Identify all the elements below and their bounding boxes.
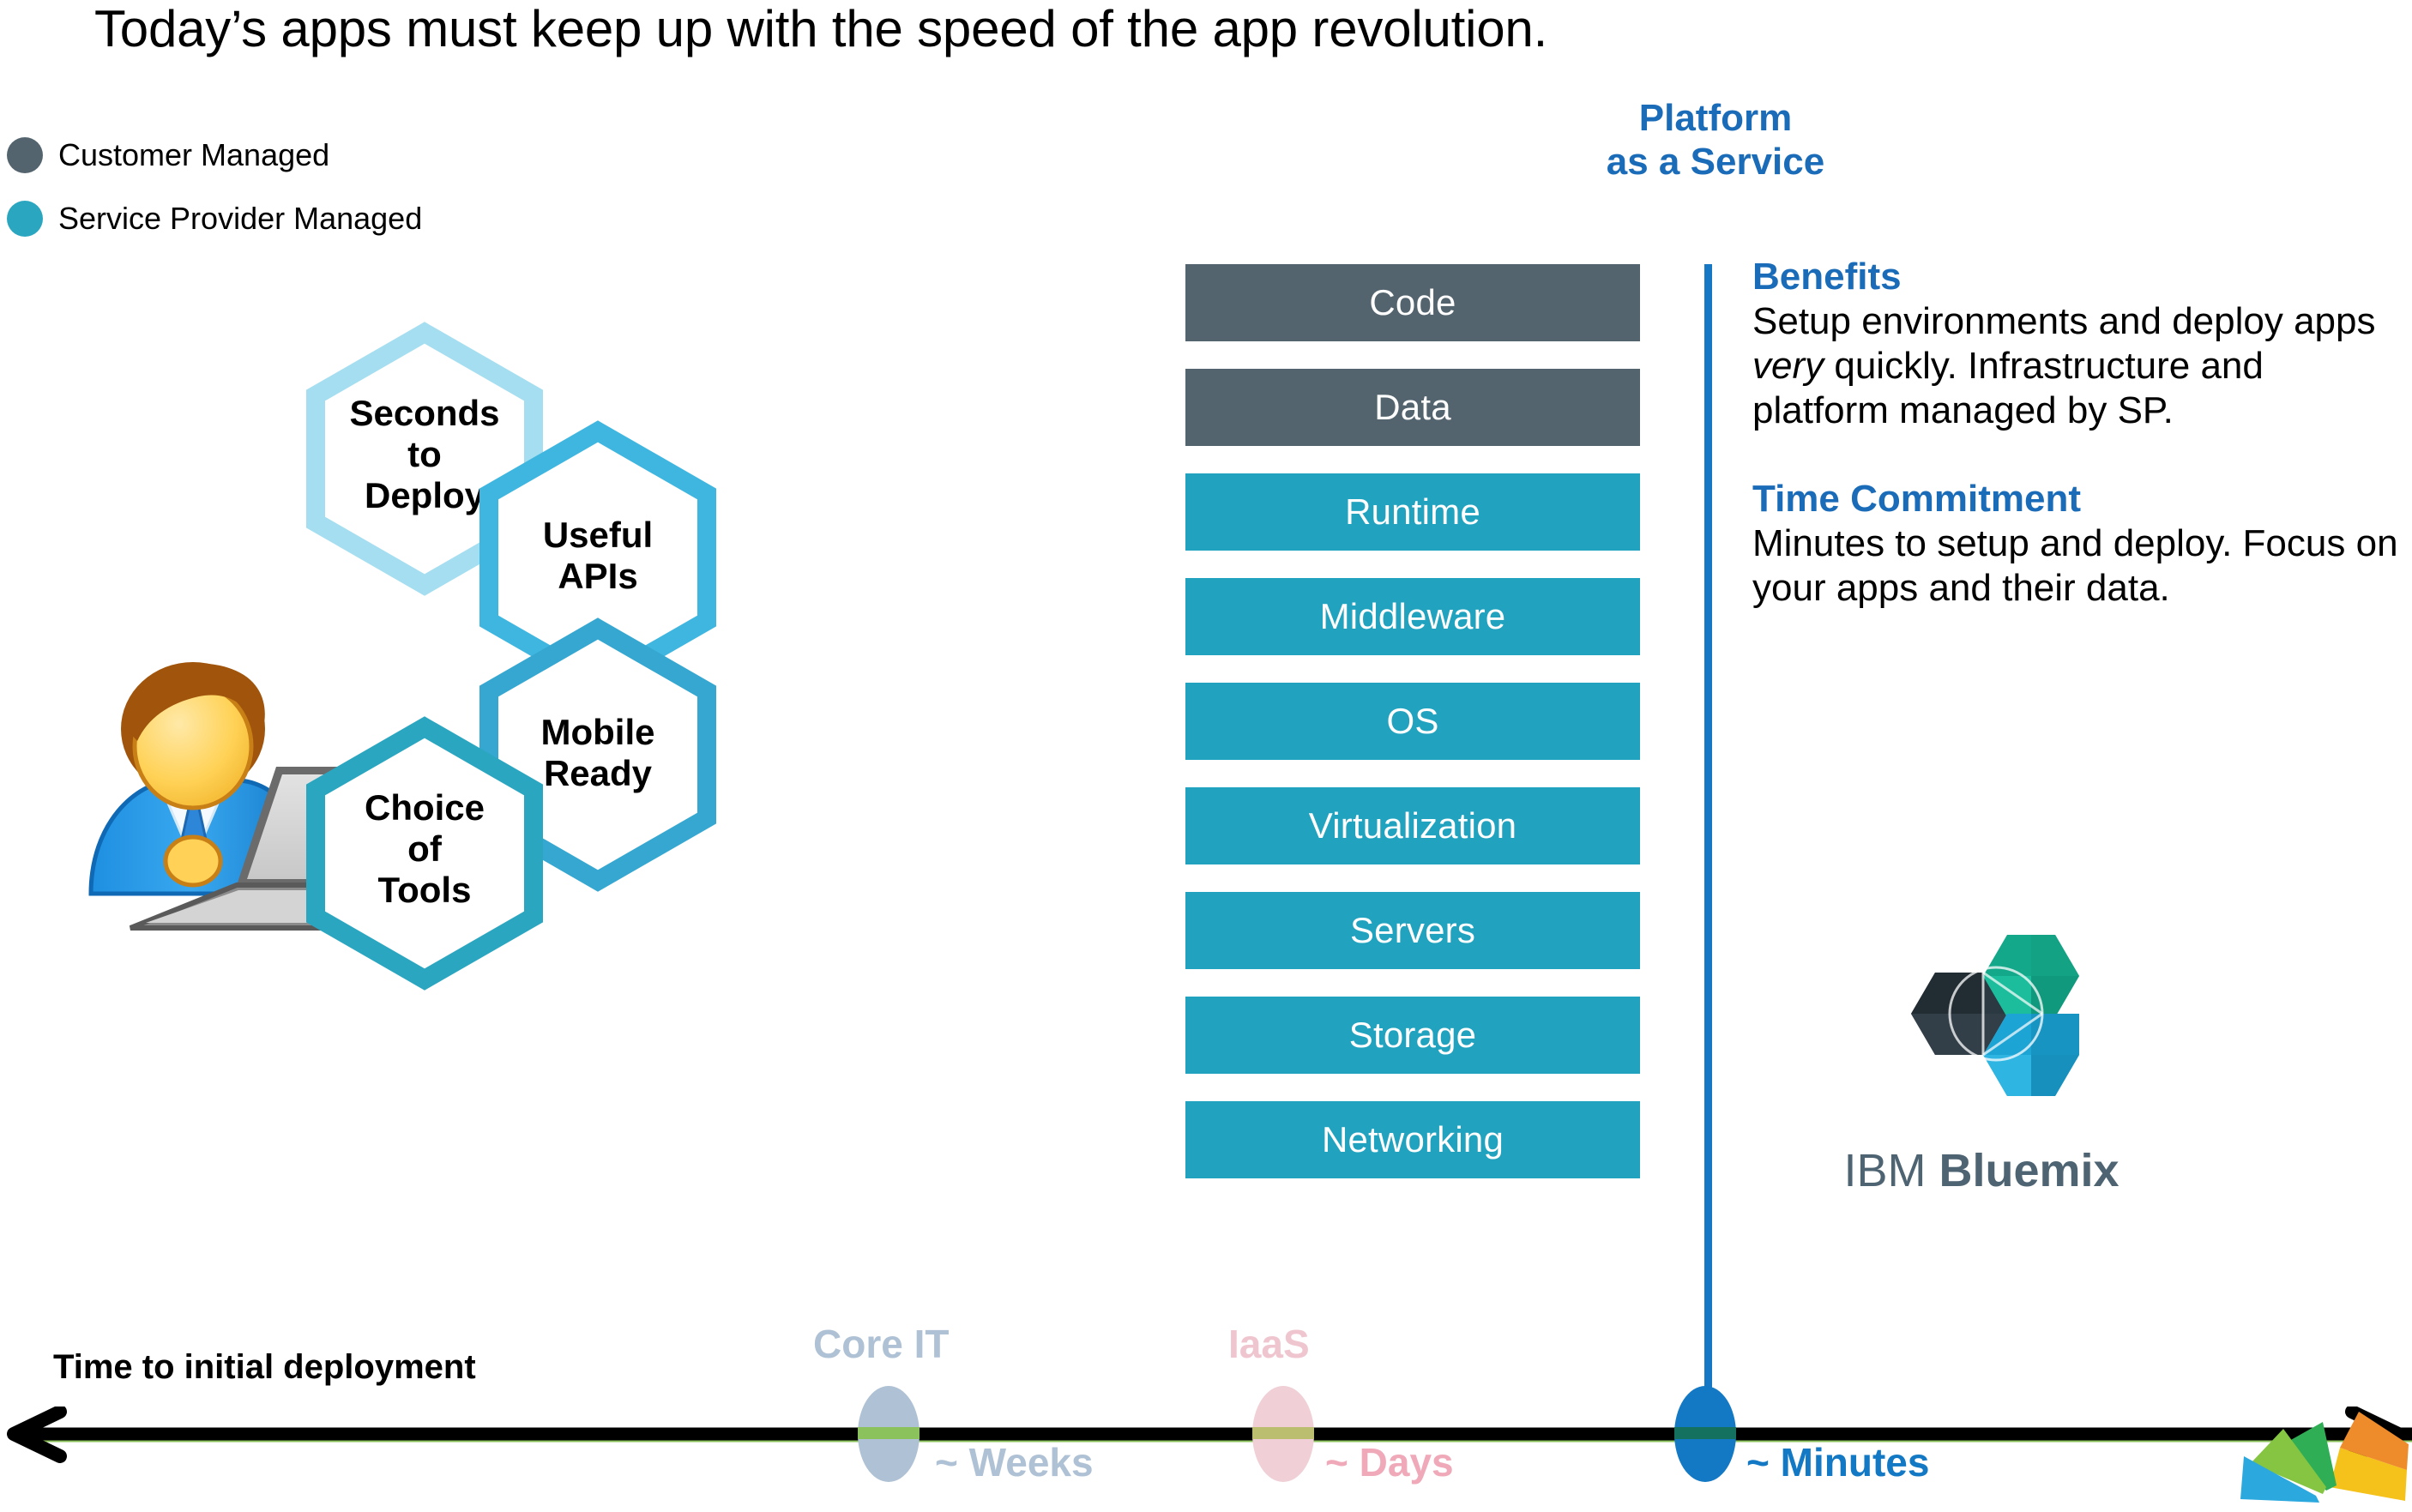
stack-layer-label: Code	[1369, 282, 1456, 322]
stack-layer-label: Middleware	[1319, 596, 1506, 636]
stack-layer-label: Runtime	[1345, 491, 1480, 532]
stack-layer-code[interactable]: Code	[1185, 264, 1640, 341]
benefits-emphasis: very	[1752, 345, 1824, 388]
timeline-marker-caption: ~ Minutes	[1746, 1440, 1930, 1485]
time-commitment-heading: Time Commitment	[1752, 477, 2082, 520]
stack-layer-middleware[interactable]: Middleware	[1185, 578, 1640, 655]
stack-layer-virtualization[interactable]: Virtualization	[1185, 787, 1640, 864]
stack-layer-label: Storage	[1348, 1015, 1477, 1055]
paas-divider-line	[1704, 264, 1712, 1407]
stack-layer-label: OS	[1386, 701, 1439, 741]
page-title: Today’s apps must keep up with the speed…	[94, 0, 1548, 57]
hexagon-choice-of-tools[interactable]: Choice of Tools	[306, 716, 543, 991]
legend-item-customer-managed: Customer Managed	[7, 136, 422, 175]
timeline-marker-caption: ~ Weeks	[935, 1440, 1094, 1485]
paas-heading-line1: Platform	[1638, 97, 1793, 139]
stack-layer-label: Virtualization	[1308, 805, 1517, 846]
paas-heading-line2: as a Service	[1606, 141, 1825, 184]
benefits-heading: Benefits	[1752, 256, 1902, 298]
hexagon-cluster: Seconds to Deploy Useful APIs Mobile Ready C…	[306, 322, 961, 1261]
stack-layer-runtime[interactable]: Runtime	[1185, 473, 1640, 551]
iaas-band-icon	[1252, 1427, 1314, 1439]
stack-layer-os[interactable]: OS	[1185, 683, 1640, 760]
ibm-bluemix-logo: IBM Bluemix	[1793, 935, 2170, 1197]
bluemix-wordmark: IBM Bluemix	[1793, 1144, 2170, 1197]
stack-layer-label: Servers	[1349, 910, 1476, 950]
paas-details-panel: Benefits Setup environments and deploy a…	[1752, 256, 2404, 611]
timeline-axis-label: Time to initial deployment	[53, 1348, 476, 1386]
timeline-marker-title: Core IT	[813, 1322, 950, 1366]
customer-managed-dot-icon	[7, 137, 43, 173]
bluemix-brand-name: Bluemix	[1939, 1145, 2120, 1196]
stack-layer-label: Networking	[1321, 1119, 1504, 1160]
benefits-body: Setup environments and deploy apps very …	[1752, 299, 2404, 433]
legend-item-service-provider-managed: Service Provider Managed	[7, 199, 422, 238]
bluemix-hex-mark-icon	[1793, 935, 2170, 1132]
corner-fan-graphic-icon	[2215, 1370, 2412, 1508]
timeline-marker-title: IaaS	[1228, 1322, 1310, 1366]
stack-layer-servers[interactable]: Servers	[1185, 892, 1640, 969]
panel-spacer	[1752, 433, 2404, 478]
timeline-marker-caption: ~ Days	[1325, 1440, 1454, 1485]
stack-layer-label: Data	[1374, 387, 1451, 427]
cloud-stack: Code Data Runtime Middleware OS Virtuali…	[1185, 264, 1640, 1178]
legend: Customer Managed Service Provider Manage…	[7, 136, 422, 262]
core-it-band-icon	[858, 1427, 920, 1439]
benefits-text-part1: Setup environments and deploy apps	[1752, 300, 2376, 343]
minutes-band-icon	[1674, 1427, 1736, 1439]
legend-item-label: Customer Managed	[58, 137, 330, 172]
legend-item-label: Service Provider Managed	[58, 201, 423, 236]
stack-layer-storage[interactable]: Storage	[1185, 997, 1640, 1074]
stack-layer-networking[interactable]: Networking	[1185, 1101, 1640, 1178]
timeline-axis	[0, 1405, 2412, 1463]
service-provider-managed-dot-icon	[7, 201, 43, 237]
paas-heading: Platform as a Service	[1544, 96, 1887, 184]
stack-layer-data[interactable]: Data	[1185, 369, 1640, 446]
benefits-text-part2: quickly. Infrastructure and platform man…	[1752, 345, 2264, 432]
time-commitment-body: Minutes to setup and deploy. Focus on yo…	[1752, 522, 2398, 610]
bluemix-brand-prefix: IBM	[1843, 1145, 1939, 1196]
